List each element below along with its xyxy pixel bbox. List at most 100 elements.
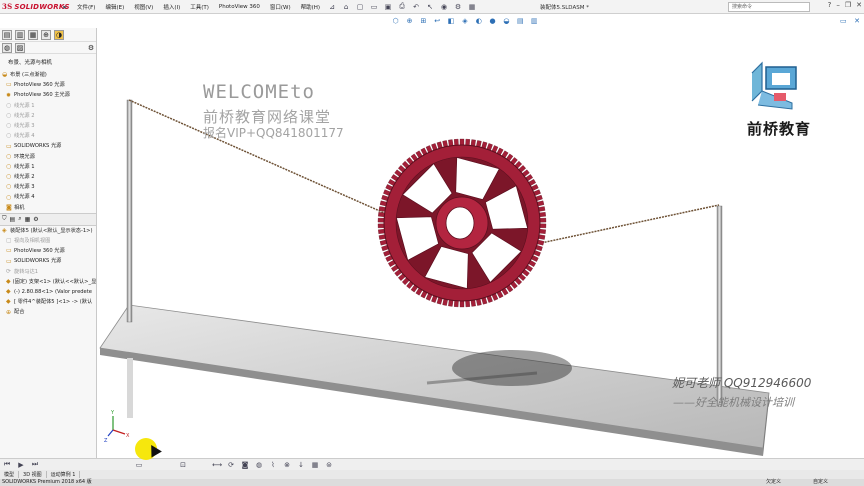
- select-arrow-icon[interactable]: ↖: [425, 2, 435, 12]
- tree-item[interactable]: ◈ 装配体5 (默认<默认_显示状态-1>): [0, 226, 96, 236]
- tree-item[interactable]: ◙ 相机: [0, 203, 96, 213]
- display-pane-icon[interactable]: ▥: [529, 16, 539, 26]
- close-icon[interactable]: ✕: [856, 1, 862, 9]
- graphics-viewport[interactable]: Y X Z WELCOMEto 前桥教育网络课堂 报名VIP+QQ8418011…: [97, 28, 864, 458]
- tree-item[interactable]: ▭ PhotoView 360 光源: [0, 246, 96, 256]
- window-close-icon[interactable]: ✕: [852, 16, 862, 26]
- motion-icon[interactable]: ◍: [254, 460, 264, 470]
- expand-arrow-icon[interactable]: ▸: [60, 2, 70, 12]
- view-settings-icon[interactable]: ▤: [515, 16, 525, 26]
- camera-icon[interactable]: ◙: [240, 460, 250, 470]
- tree-item[interactable]: ○ 线光源 4: [0, 192, 96, 202]
- tree-item[interactable]: ▢ 视向及相机视图: [0, 236, 96, 246]
- search-input[interactable]: 搜索命令: [728, 2, 810, 12]
- panel-options-icon[interactable]: ⚙: [86, 43, 96, 53]
- print-icon[interactable]: ⎙: [397, 2, 407, 12]
- spring-icon[interactable]: ⌇: [268, 460, 278, 470]
- tab-3d-view[interactable]: 3D 视图: [19, 471, 47, 478]
- menu-edit[interactable]: 编辑(E): [100, 3, 129, 11]
- tree-item[interactable]: ◆[ 零件4^装配体5 ]<1> -> (默认: [0, 297, 96, 307]
- rotate-icon[interactable]: ⟳: [226, 460, 236, 470]
- previous-view-icon[interactable]: ↩: [432, 16, 442, 26]
- status-custom[interactable]: 自定义: [813, 479, 828, 486]
- save-icon[interactable]: ▣: [383, 2, 393, 12]
- pan-icon[interactable]: ⟷: [212, 460, 222, 470]
- left-post[interactable]: [126, 99, 133, 323]
- tree-item[interactable]: ◒ 布景 (三点渐褪): [0, 70, 96, 80]
- window-tile-icon[interactable]: ▭: [838, 16, 848, 26]
- tree-item[interactable]: ◆ (-) 2.80.88<1> (Valor predete: [0, 287, 96, 297]
- tree-item[interactable]: ○ 线光源 2: [0, 111, 96, 121]
- grid-view-icon[interactable]: ▦: [25, 216, 31, 223]
- gear[interactable]: [377, 138, 547, 308]
- results-icon[interactable]: ▦: [310, 460, 320, 470]
- tree-item[interactable]: ▭ SOLIDWORKS 光源: [0, 141, 96, 151]
- menu-window[interactable]: 窗口(W): [265, 3, 296, 11]
- section-view-icon[interactable]: ◧: [446, 16, 456, 26]
- tree-item[interactable]: ⊕ 配合: [0, 307, 96, 317]
- tree-item[interactable]: ○ 线光源 3: [0, 121, 96, 131]
- gravity-icon[interactable]: ↓: [296, 460, 306, 470]
- base-plate[interactable]: [99, 304, 770, 456]
- property-tab-icon[interactable]: ▥: [15, 29, 25, 40]
- zoom-to-fit-icon[interactable]: ⊡: [178, 460, 188, 470]
- tree-item[interactable]: ○ 线光源 3: [0, 182, 96, 192]
- tree-item[interactable]: ⟳ 旋转马达1: [0, 267, 96, 277]
- tree-item[interactable]: ○ 线光源 2: [0, 172, 96, 182]
- new-document-icon[interactable]: ▢: [355, 2, 365, 12]
- rebuild-icon[interactable]: ◉: [439, 2, 449, 12]
- menu-view[interactable]: 视图(V): [129, 3, 158, 11]
- tree-item[interactable]: ▭ PhotoView 360 光源: [0, 80, 96, 90]
- grid-icon[interactable]: ▦: [467, 2, 477, 12]
- open-folder-icon[interactable]: ▭: [369, 2, 379, 12]
- display-style-icon[interactable]: ◈: [460, 16, 470, 26]
- hide-show-icon[interactable]: ◐: [474, 16, 484, 26]
- tree-item[interactable]: ▭ SOLIDWORKS 光源: [0, 256, 96, 266]
- home-icon[interactable]: ⌂: [341, 2, 351, 12]
- tree-item[interactable]: ○ 线光源 1: [0, 101, 96, 111]
- appearance-subtab-icon[interactable]: ◍: [2, 42, 12, 53]
- tree-item[interactable]: ✹ PhotoView 360 主光源: [0, 90, 96, 100]
- rewind-icon[interactable]: ⏮: [2, 460, 12, 470]
- menu-photoview[interactable]: PhotoView 360: [214, 4, 265, 10]
- menu-insert[interactable]: 插入(I): [158, 3, 185, 11]
- settings-icon[interactable]: ⚙: [33, 216, 38, 223]
- tree-item[interactable]: ○ 线光源 4: [0, 131, 96, 141]
- tab-model[interactable]: 模型: [0, 471, 20, 478]
- rope-lower[interactable]: [526, 204, 720, 247]
- menu-help[interactable]: 帮助(H): [296, 3, 325, 11]
- config-tab-icon[interactable]: ▦: [28, 29, 38, 40]
- zoom-area-icon[interactable]: ⊞: [418, 16, 428, 26]
- feature-tree-tab-icon[interactable]: ▤: [2, 29, 12, 40]
- tab-motion-study[interactable]: 运动算例 1: [47, 471, 81, 478]
- tree-view-icon[interactable]: ▤: [10, 216, 16, 223]
- undo-icon[interactable]: ↶: [411, 2, 421, 12]
- display-manager-tab-icon[interactable]: ◑: [54, 29, 64, 40]
- minimize-icon[interactable]: –: [836, 1, 840, 9]
- scene-icon[interactable]: ◒: [502, 16, 512, 26]
- decals-subtab-icon[interactable]: ▨: [15, 42, 25, 53]
- forward-icon[interactable]: ⏭: [30, 460, 40, 470]
- options-icon[interactable]: ⚙: [453, 2, 463, 12]
- play-icon[interactable]: ▶: [16, 460, 26, 470]
- restore-icon[interactable]: ❐: [845, 1, 851, 9]
- find-icon[interactable]: ⌕: [18, 215, 21, 223]
- menu-tools[interactable]: 工具(T): [185, 3, 214, 11]
- solidworks-logo[interactable]: 3S SOLIDWORKS: [0, 0, 70, 14]
- pin-icon[interactable]: ⊿: [327, 2, 337, 12]
- calc-icon[interactable]: ⊜: [324, 460, 334, 470]
- mate-icon: ⊕: [6, 308, 12, 316]
- help-icon[interactable]: ?: [828, 1, 832, 9]
- menu-file[interactable]: 文件(F): [72, 3, 100, 11]
- view-orientation-icon[interactable]: ⬡: [391, 16, 401, 26]
- tree-item[interactable]: ○ 环境光源: [0, 152, 96, 162]
- dimxpert-tab-icon[interactable]: ⊕: [41, 29, 51, 40]
- tree-item[interactable]: ○ 线光源 1: [0, 162, 96, 172]
- tree-item[interactable]: ◆ (固定) 支架<1> (默认<<默认>_显: [0, 277, 96, 287]
- zoom-fit-icon[interactable]: ⊕: [405, 16, 415, 26]
- filter-icon[interactable]: ⛉: [2, 215, 7, 223]
- contact-icon[interactable]: ⊗: [282, 460, 292, 470]
- edit-appearance-icon[interactable]: ●: [488, 16, 498, 26]
- coordinate-triad[interactable]: Y X Z: [104, 410, 130, 444]
- timeline-slider-icon[interactable]: ▭: [134, 460, 144, 470]
